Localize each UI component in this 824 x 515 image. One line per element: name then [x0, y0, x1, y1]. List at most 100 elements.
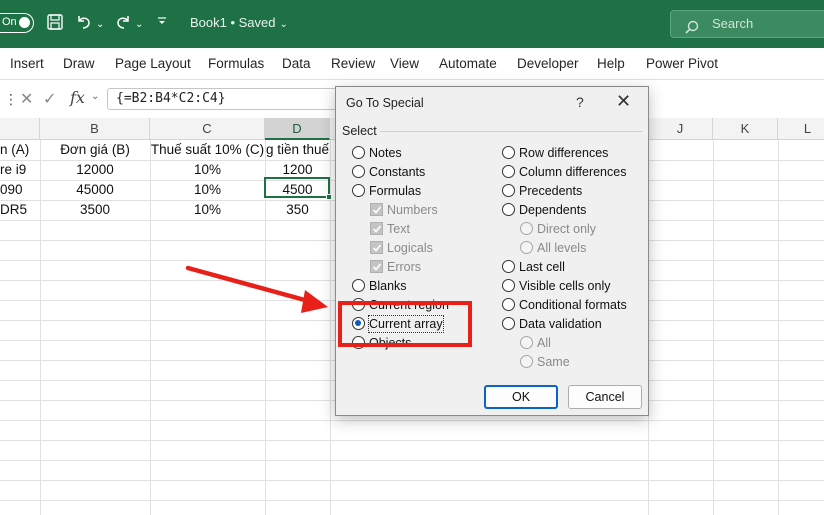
radio-circle [502, 203, 515, 216]
autosave-label: On [2, 16, 17, 28]
cell-b4[interactable]: 3500 [40, 200, 150, 220]
ok-button[interactable]: OK [484, 385, 558, 409]
column-header-b[interactable]: B [40, 118, 150, 140]
checkbox-label: Logicals [387, 241, 433, 255]
radio-label: All levels [537, 241, 587, 255]
save-icon[interactable] [46, 13, 64, 31]
checkbox-label: Errors [387, 260, 422, 274]
radio-circle [502, 165, 515, 178]
cell-c4[interactable]: 10% [150, 200, 265, 220]
cell-a2[interactable]: re i9 [0, 160, 40, 180]
cell-c1[interactable]: Thuế suất 10% (C) [150, 140, 265, 160]
active-cell-border [264, 177, 332, 200]
radio-circle [502, 260, 515, 273]
column-header-c[interactable]: C [150, 118, 265, 140]
ribbon-tabs: Insert Draw Page Layout Formulas Data Re… [0, 48, 824, 80]
tab-help[interactable]: Help [597, 56, 625, 71]
cell-c3[interactable]: 10% [150, 180, 265, 200]
tab-view[interactable]: View [390, 56, 419, 71]
chevron-down-icon: ⌄ [279, 19, 288, 30]
radio-label: Conditional formats [519, 298, 627, 312]
radio-label: Row differences [519, 146, 609, 160]
undo-dropdown-icon[interactable]: ⌄ [96, 15, 104, 35]
radio-circle [520, 241, 533, 254]
cell-d1[interactable]: g tiền thuế ( [266, 140, 330, 160]
column-header-j[interactable]: J [648, 118, 713, 140]
radio-circle [502, 184, 515, 197]
column-header-d[interactable]: D [265, 118, 330, 140]
search-placeholder: Search [712, 16, 754, 31]
radio-circle [352, 165, 365, 178]
tab-formulas[interactable]: Formulas [208, 56, 264, 71]
tab-page-layout[interactable]: Page Layout [115, 56, 191, 71]
cell-a4[interactable]: DR5 [0, 200, 40, 220]
gridline [0, 460, 824, 461]
tab-review[interactable]: Review [331, 56, 375, 71]
radio-circle [352, 279, 365, 292]
select-group-label: Select [342, 124, 377, 138]
radio-label: All [537, 336, 551, 350]
toggle-knob [19, 17, 30, 28]
checkbox-box [370, 260, 383, 273]
tab-automate[interactable]: Automate [439, 56, 497, 71]
gridline [0, 500, 824, 501]
radio-label: Data validation [519, 317, 602, 331]
column-header-l[interactable]: L [778, 118, 824, 140]
radio-label: Direct only [537, 222, 597, 236]
formula-input[interactable]: {=B2:B4*C2:C4} [107, 88, 347, 110]
checkbox-box [370, 222, 383, 235]
chevron-down-icon[interactable]: ⌄ [91, 91, 99, 102]
radio-label: Last cell [519, 260, 565, 274]
help-icon[interactable]: ? [576, 94, 584, 110]
radio-circle [352, 146, 365, 159]
cell-d4[interactable]: 350 [265, 200, 330, 220]
autosave-toggle[interactable]: On [0, 13, 34, 33]
cell-a3[interactable]: 090 [0, 180, 40, 200]
gridline [0, 440, 824, 441]
search-box[interactable]: Search [670, 10, 824, 38]
radio-label: Same [537, 355, 570, 369]
radio-label: Visible cells only [519, 279, 611, 293]
radio-circle [502, 298, 515, 311]
checkbox-label: Numbers [387, 203, 438, 217]
undo-icon[interactable] [75, 13, 93, 31]
insert-function-icon[interactable]: fx [70, 88, 85, 107]
radio-label: Column differences [519, 165, 627, 179]
dialog-title: Go To Special [346, 96, 424, 110]
fill-handle[interactable] [326, 194, 332, 200]
close-icon[interactable]: ✕ [616, 91, 631, 112]
annotation-highlight-box [338, 301, 472, 347]
column-header-a[interactable] [0, 118, 40, 140]
document-title-text: Book1 • Saved [190, 15, 276, 30]
column-header-k[interactable]: K [713, 118, 778, 140]
cell-b3[interactable]: 45000 [40, 180, 150, 200]
document-title[interactable]: Book1 • Saved ⌄ [190, 15, 288, 30]
checkbox-box [370, 241, 383, 254]
radio-label: Blanks [369, 279, 407, 293]
gridline [778, 140, 779, 515]
cell-c2[interactable]: 10% [150, 160, 265, 180]
go-to-special-dialog: Go To Special ? ✕ Select Notes Constants… [335, 86, 649, 416]
radio-label: Precedents [519, 184, 583, 198]
cancel-button[interactable]: Cancel [568, 385, 642, 409]
cell-b1[interactable]: Đơn giá (B) [40, 140, 150, 160]
redo-icon[interactable] [114, 13, 132, 31]
cell-a1[interactable]: n (A) [0, 140, 40, 160]
radio-label: Formulas [369, 184, 422, 198]
cell-b2[interactable]: 12000 [40, 160, 150, 180]
tab-developer[interactable]: Developer [517, 56, 579, 71]
confirm-entry-icon[interactable]: ✓ [43, 89, 56, 109]
radio-circle [502, 317, 515, 330]
tab-data[interactable]: Data [282, 56, 311, 71]
search-icon [685, 17, 699, 43]
tab-power-pivot[interactable]: Power Pivot [646, 56, 718, 71]
redo-dropdown-icon[interactable]: ⌄ [135, 15, 143, 35]
formula-controls: ✕ ✓ fx ⌄ [15, 87, 103, 111]
checkbox-box [370, 203, 383, 216]
gridline [0, 480, 824, 481]
tab-insert[interactable]: Insert [10, 56, 44, 71]
customize-toolbar-icon[interactable] [156, 14, 168, 28]
tab-draw[interactable]: Draw [63, 56, 95, 71]
cancel-entry-icon[interactable]: ✕ [20, 89, 33, 109]
gridline [713, 140, 714, 515]
